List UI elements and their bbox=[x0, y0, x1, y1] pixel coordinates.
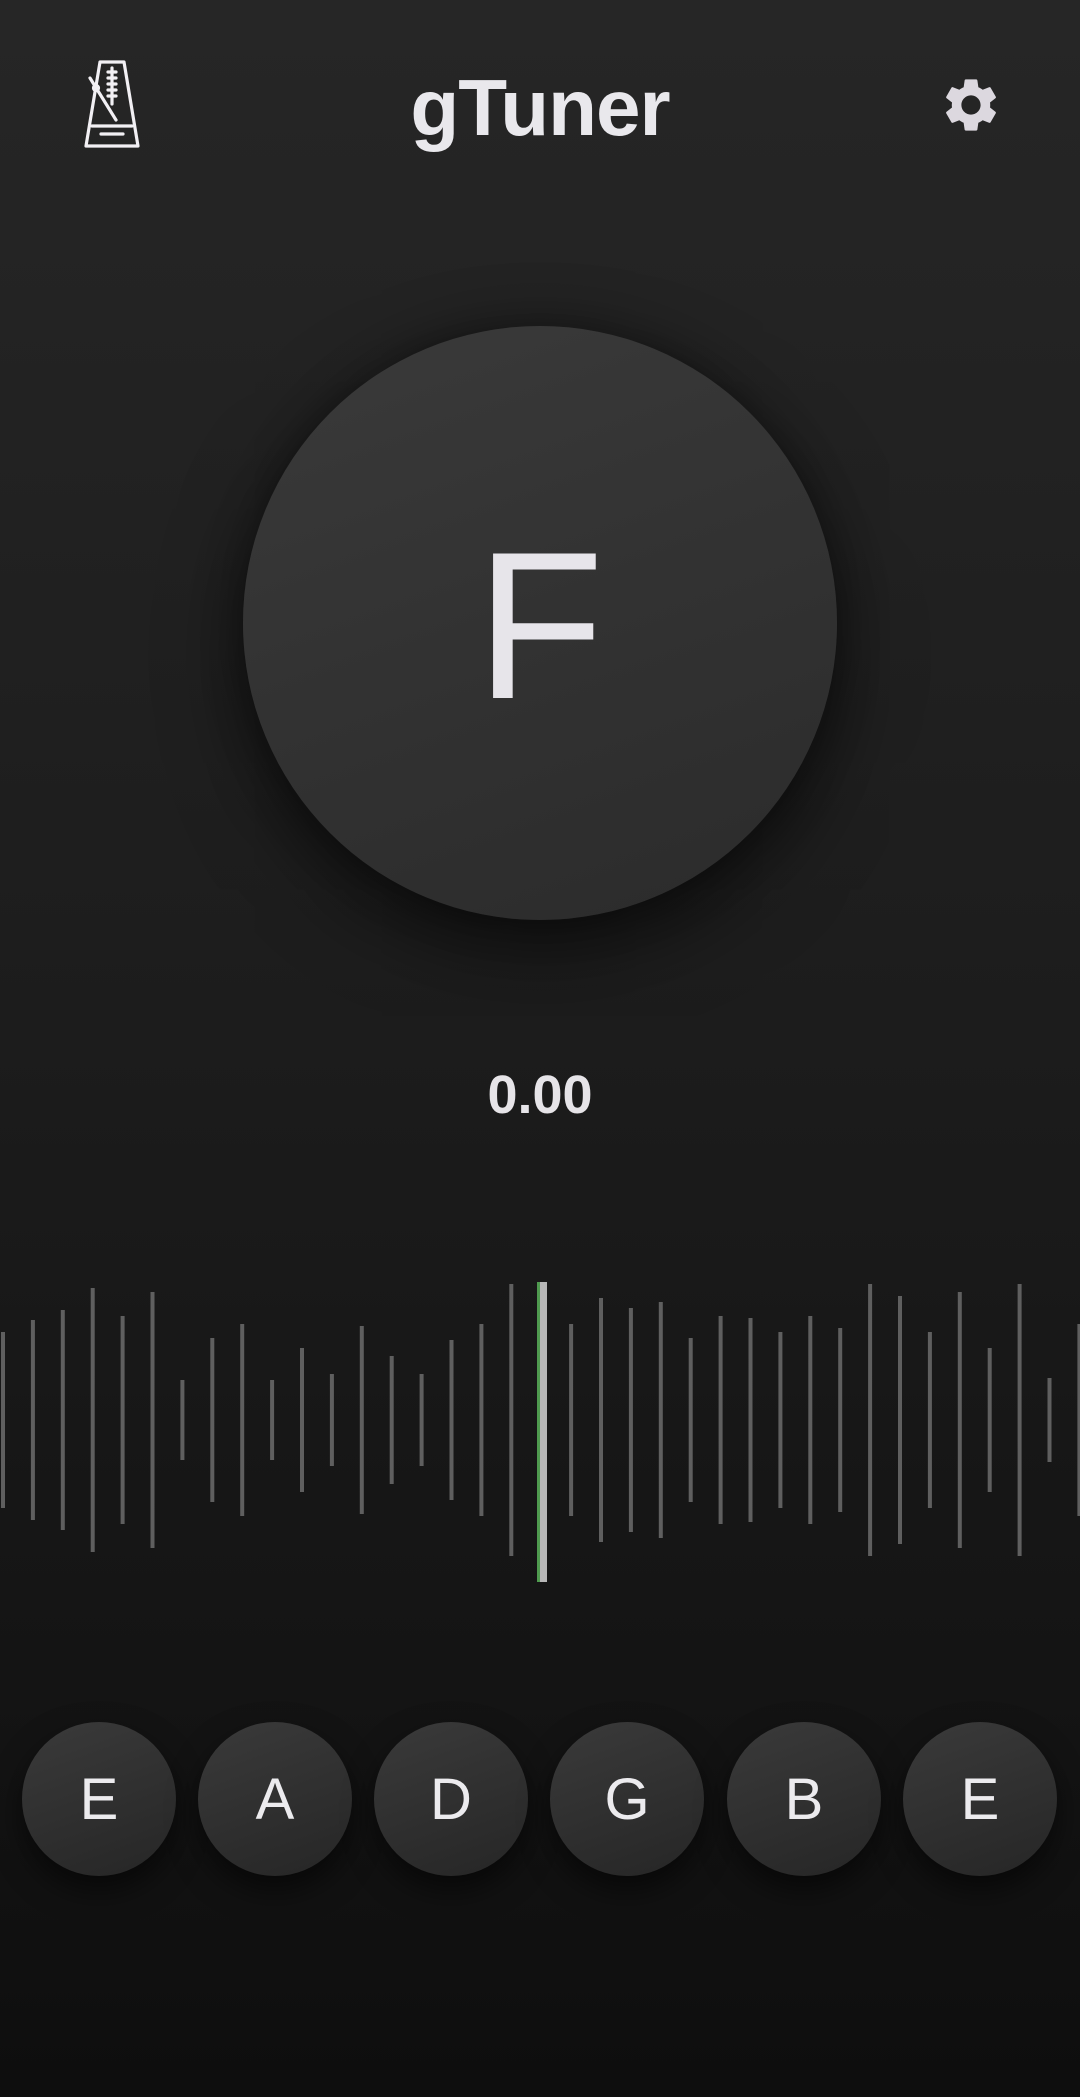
meter-tick bbox=[569, 1324, 574, 1516]
detected-note-letter: F bbox=[475, 508, 605, 743]
string-button-e-low[interactable]: E bbox=[22, 1722, 176, 1876]
meter-tick bbox=[748, 1318, 753, 1522]
meter-tick bbox=[509, 1284, 514, 1556]
meter-tick bbox=[300, 1348, 304, 1492]
meter-tick bbox=[479, 1324, 484, 1516]
meter-tick bbox=[30, 1320, 35, 1520]
string-button-a[interactable]: A bbox=[198, 1722, 352, 1876]
meter-tick bbox=[927, 1332, 932, 1508]
meter-tick bbox=[868, 1284, 873, 1556]
string-button-g[interactable]: G bbox=[550, 1722, 704, 1876]
meter-tick bbox=[240, 1324, 245, 1516]
app-header: gTuner bbox=[0, 0, 1080, 220]
meter-tick bbox=[688, 1338, 693, 1502]
detected-note-display: F bbox=[243, 326, 837, 920]
meter-tick bbox=[1, 1332, 5, 1508]
meter-tick bbox=[718, 1316, 723, 1524]
tuning-meter-graphic bbox=[1, 1282, 1080, 1582]
meter-tick bbox=[658, 1302, 663, 1538]
tuning-needle-accent bbox=[537, 1282, 540, 1582]
settings-button[interactable] bbox=[930, 66, 1012, 148]
meter-tick bbox=[60, 1310, 65, 1530]
meter-tick bbox=[210, 1338, 215, 1502]
meter-tick bbox=[898, 1296, 902, 1544]
meter-tick bbox=[270, 1380, 275, 1460]
meter-tick bbox=[838, 1328, 843, 1512]
meter-tick bbox=[90, 1288, 95, 1552]
gear-icon bbox=[939, 73, 1003, 142]
meter-tick bbox=[180, 1380, 185, 1460]
string-selector: E A D G B E bbox=[0, 1722, 1080, 1882]
meter-tick bbox=[120, 1316, 125, 1524]
meter-tick bbox=[419, 1374, 424, 1466]
meter-tick bbox=[329, 1374, 334, 1466]
meter-tick bbox=[389, 1356, 394, 1484]
meter-tick bbox=[808, 1316, 813, 1524]
meter-tick bbox=[628, 1308, 633, 1532]
app-title: gTuner bbox=[410, 63, 670, 152]
meter-tick bbox=[987, 1348, 992, 1492]
meter-tick bbox=[778, 1332, 783, 1508]
tuning-meter bbox=[0, 1270, 1080, 1600]
meter-tick bbox=[359, 1326, 364, 1514]
meter-tick bbox=[449, 1340, 454, 1500]
string-button-d[interactable]: D bbox=[374, 1722, 528, 1876]
frequency-readout: 0.00 bbox=[487, 1065, 593, 1125]
meter-tick bbox=[150, 1292, 155, 1548]
meter-tick bbox=[957, 1292, 962, 1548]
meter-tick bbox=[1017, 1284, 1022, 1556]
meter-tick bbox=[599, 1298, 603, 1542]
string-button-b[interactable]: B bbox=[727, 1722, 881, 1876]
meter-tick bbox=[1047, 1378, 1052, 1462]
string-button-e-high[interactable]: E bbox=[903, 1722, 1057, 1876]
